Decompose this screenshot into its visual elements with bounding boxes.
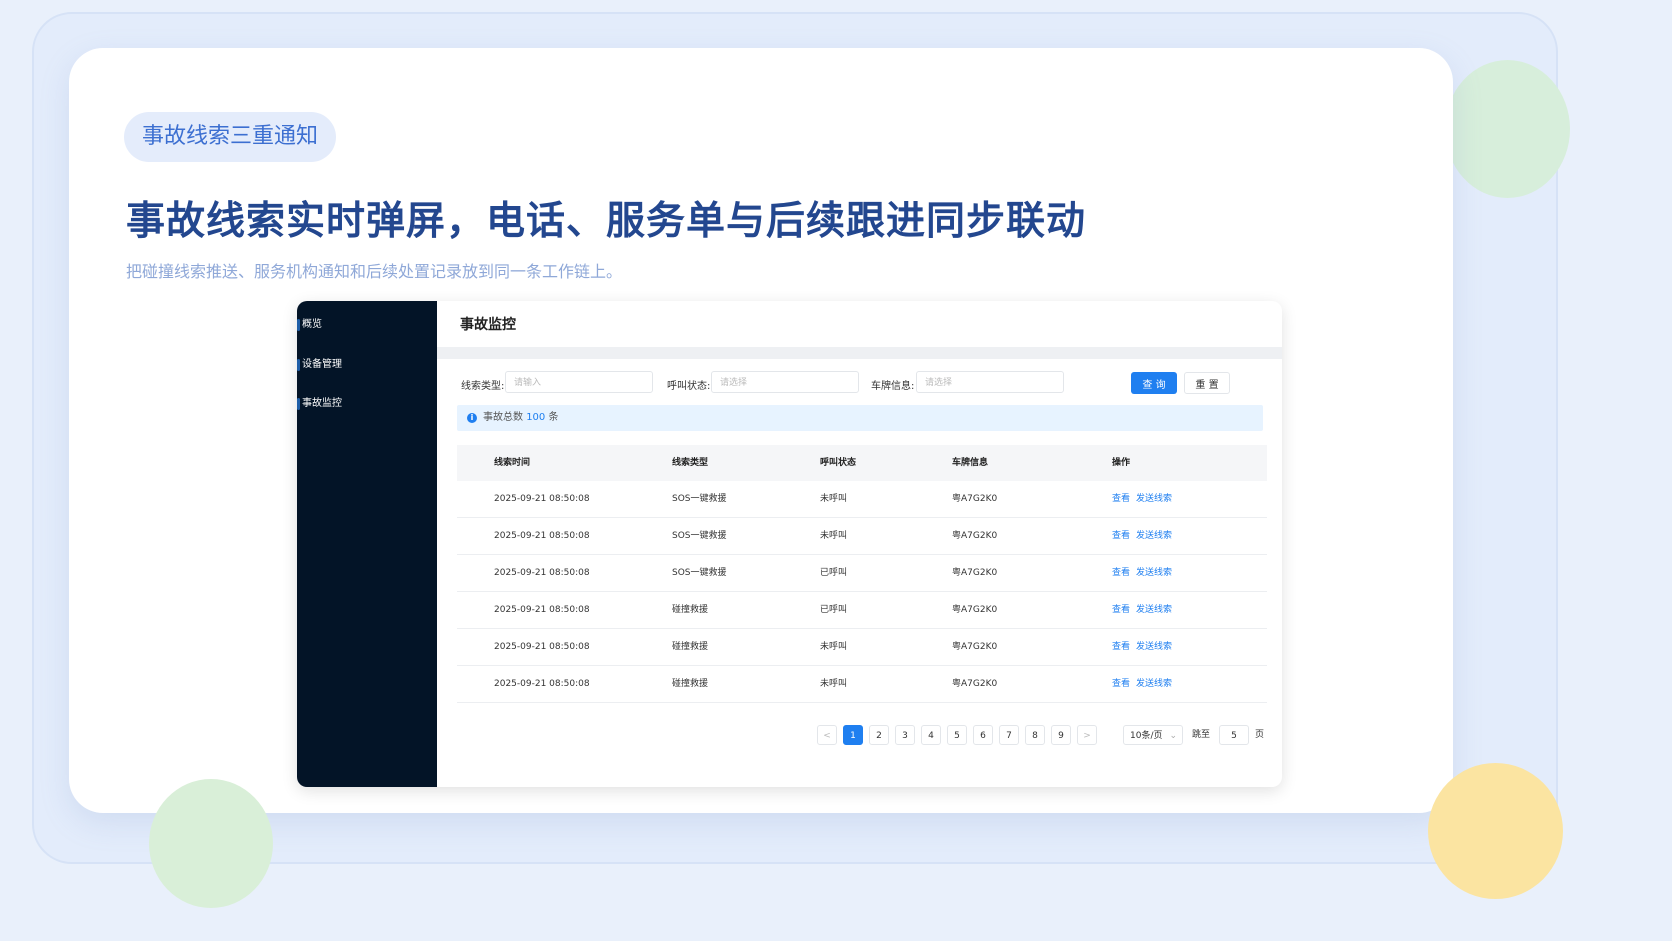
subline: 把碰撞线索推送、服务机构通知和后续处置记录放到同一条工作链上。 <box>126 262 623 281</box>
cell-plate: 粤A7G2K0 <box>952 568 998 578</box>
column-header: 呼叫状态 <box>820 458 857 468</box>
sidebar-item-overview[interactable]: 概览 <box>297 314 437 336</box>
clue-type-label: 线索类型: <box>461 381 505 392</box>
view-link[interactable]: 查看 <box>1112 642 1130 652</box>
table-row: 2025-09-21 08:50:08 SOS一键救援 未呼叫 粤A7G2K0 … <box>457 518 1267 555</box>
alert-suffix: 条 <box>548 412 559 423</box>
call-status-select[interactable]: 请选择 <box>711 371 859 393</box>
cell-time: 2025-09-21 08:50:08 <box>494 531 590 541</box>
headline: 事故线索实时弹屏，电话、服务单与后续跟进同步联动 <box>126 199 1087 244</box>
page-size-value: 10条/页 <box>1130 731 1163 741</box>
page-button[interactable]: 1 <box>843 725 863 745</box>
page-title: 事故监控 <box>460 317 516 333</box>
reset-button[interactable]: 重 置 <box>1184 372 1230 394</box>
cell-type: 碰撞救援 <box>672 605 709 615</box>
page-button[interactable]: 6 <box>973 725 993 745</box>
send-clue-link[interactable]: 发送线索 <box>1136 605 1172 615</box>
decor-circle-yellow <box>1428 763 1563 899</box>
call-status-label: 呼叫状态: <box>667 381 711 392</box>
send-clue-link[interactable]: 发送线索 <box>1136 568 1172 578</box>
cell-type: SOS一键救援 <box>672 568 727 578</box>
cell-status: 已呼叫 <box>820 568 848 578</box>
plate-label: 车牌信息: <box>871 381 915 392</box>
table-row: 2025-09-21 08:50:08 碰撞救援 未呼叫 粤A7G2K0 查看发… <box>457 666 1267 703</box>
send-clue-link[interactable]: 发送线索 <box>1136 679 1172 689</box>
table-row: 2025-09-21 08:50:08 SOS一键救援 未呼叫 粤A7G2K0 … <box>457 481 1267 518</box>
view-link[interactable]: 查看 <box>1112 494 1130 504</box>
cell-actions: 查看 发送线索 <box>1112 481 1178 517</box>
alert-prefix: 事故总数 <box>483 412 523 423</box>
clue-type-input[interactable]: 请输入 <box>505 371 653 393</box>
cell-status: 未呼叫 <box>820 494 848 504</box>
page-unit-label: 页 <box>1255 730 1265 740</box>
accident-table: 线索时间 线索类型 呼叫状态 车牌信息 操作 2025-09-21 08:50:… <box>457 445 1267 703</box>
page-size-select[interactable]: 10条/页 ⌄ <box>1123 725 1183 745</box>
page-button[interactable]: 8 <box>1025 725 1045 745</box>
cell-status: 未呼叫 <box>820 642 848 652</box>
table-header: 线索时间 线索类型 呼叫状态 车牌信息 操作 <box>457 445 1267 481</box>
column-header: 线索时间 <box>494 458 531 468</box>
send-clue-link[interactable]: 发送线索 <box>1136 642 1172 652</box>
cell-actions: 查看 发送线索 <box>1112 518 1178 554</box>
jump-page-input[interactable]: 5 <box>1219 725 1249 745</box>
cell-plate: 粤A7G2K0 <box>952 531 998 541</box>
page-button[interactable]: 5 <box>947 725 967 745</box>
page-button[interactable]: 7 <box>999 725 1019 745</box>
sidebar-item-accident-monitor[interactable]: 事故监控 <box>297 393 437 415</box>
cell-time: 2025-09-21 08:50:08 <box>494 642 590 652</box>
query-button[interactable]: 查 询 <box>1131 372 1177 394</box>
cell-plate: 粤A7G2K0 <box>952 605 998 615</box>
prev-page-button[interactable]: < <box>817 725 837 745</box>
cell-plate: 粤A7G2K0 <box>952 642 998 652</box>
sidebar-item-devices[interactable]: 设备管理 <box>297 354 437 376</box>
table-row: 2025-09-21 08:50:08 碰撞救援 未呼叫 粤A7G2K0 查看发… <box>457 629 1267 666</box>
section-tag: 事故线索三重通知 <box>124 112 337 162</box>
page-button[interactable]: 4 <box>921 725 941 745</box>
plate-select[interactable]: 请选择 <box>916 371 1064 393</box>
column-header: 线索类型 <box>672 458 709 468</box>
send-clue-link[interactable]: 发送线索 <box>1136 494 1172 504</box>
cell-plate: 粤A7G2K0 <box>952 679 998 689</box>
sidebar: 概览 设备管理 事故监控 <box>297 301 437 787</box>
cell-time: 2025-09-21 08:50:08 <box>494 605 590 615</box>
cell-time: 2025-09-21 08:50:08 <box>494 494 590 504</box>
cell-time: 2025-09-21 08:50:08 <box>494 679 590 689</box>
cell-actions: 查看 发送线索 <box>1112 592 1178 628</box>
page-button[interactable]: 2 <box>869 725 889 745</box>
view-link[interactable]: 查看 <box>1112 531 1130 541</box>
cell-type: SOS一键救援 <box>672 531 727 541</box>
main-header <box>437 301 1282 359</box>
view-link[interactable]: 查看 <box>1112 568 1130 578</box>
decor-circle-green-bottom <box>149 779 273 908</box>
cell-actions: 查看 发送线索 <box>1112 555 1178 591</box>
cell-type: 碰撞救援 <box>672 642 709 652</box>
cell-status: 已呼叫 <box>820 605 848 615</box>
view-link[interactable]: 查看 <box>1112 605 1130 615</box>
send-clue-link[interactable]: 发送线索 <box>1136 531 1172 541</box>
cell-actions: 查看 发送线索 <box>1112 629 1178 665</box>
cell-type: SOS一键救援 <box>672 494 727 504</box>
jump-label: 跳至 <box>1192 730 1211 740</box>
table-row: 2025-09-21 08:50:08 碰撞救援 已呼叫 粤A7G2K0 查看发… <box>457 592 1267 629</box>
cell-type: 碰撞救援 <box>672 679 709 689</box>
cell-time: 2025-09-21 08:50:08 <box>494 568 590 578</box>
page-button[interactable]: 3 <box>895 725 915 745</box>
view-link[interactable]: 查看 <box>1112 679 1130 689</box>
main-content: 事故监控 线索类型: 请输入 呼叫状态: 请选择 车牌信息: 请选择 查 询 重… <box>437 301 1282 787</box>
alert-count: 100 <box>526 412 546 423</box>
column-header: 操作 <box>1112 458 1131 468</box>
chevron-down-icon: ⌄ <box>1169 731 1177 741</box>
cell-plate: 粤A7G2K0 <box>952 494 998 504</box>
info-icon: i <box>467 413 477 423</box>
app-window: 概览 设备管理 事故监控 事故监控 线索类型: 请输入 呼叫状态: 请选择 车牌… <box>297 301 1282 787</box>
cell-status: 未呼叫 <box>820 679 848 689</box>
next-page-button[interactable]: > <box>1077 725 1097 745</box>
total-alert: i 事故总数 100 条 <box>457 405 1263 431</box>
column-header: 车牌信息 <box>952 458 989 468</box>
cell-actions: 查看 发送线索 <box>1112 666 1178 702</box>
table-row: 2025-09-21 08:50:08 SOS一键救援 已呼叫 粤A7G2K0 … <box>457 555 1267 592</box>
cell-status: 未呼叫 <box>820 531 848 541</box>
decor-circle-green-top <box>1445 60 1570 198</box>
page-button[interactable]: 9 <box>1051 725 1071 745</box>
